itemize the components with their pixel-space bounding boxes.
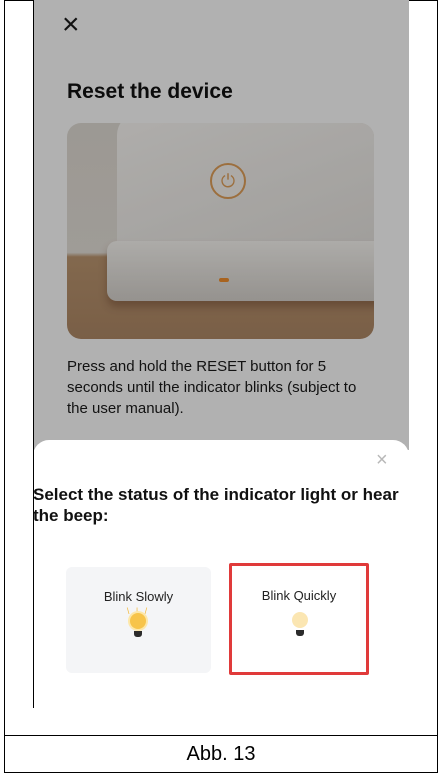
sheet-close-icon[interactable]: × bbox=[376, 450, 388, 470]
modal-dim-overlay bbox=[34, 0, 409, 450]
figure-caption: Abb. 13 bbox=[4, 735, 438, 773]
option-label: Blink Slowly bbox=[103, 589, 174, 604]
dim-bulb-icon bbox=[290, 612, 310, 642]
sheet-prompt: Select the status of the indicator light… bbox=[34, 485, 399, 525]
bright-bulb-icon: \ | / bbox=[127, 606, 148, 643]
indicator-status-sheet: × Select the status of the indicator lig… bbox=[34, 440, 409, 708]
phone-screen: × Reset the device ⏻ Press and hold the … bbox=[34, 0, 409, 708]
option-blink-slowly[interactable]: Blink Slowly \ | / bbox=[66, 567, 211, 673]
option-label: Blink Quickly bbox=[261, 588, 337, 603]
option-blink-quickly[interactable]: Blink Quickly bbox=[229, 563, 369, 675]
